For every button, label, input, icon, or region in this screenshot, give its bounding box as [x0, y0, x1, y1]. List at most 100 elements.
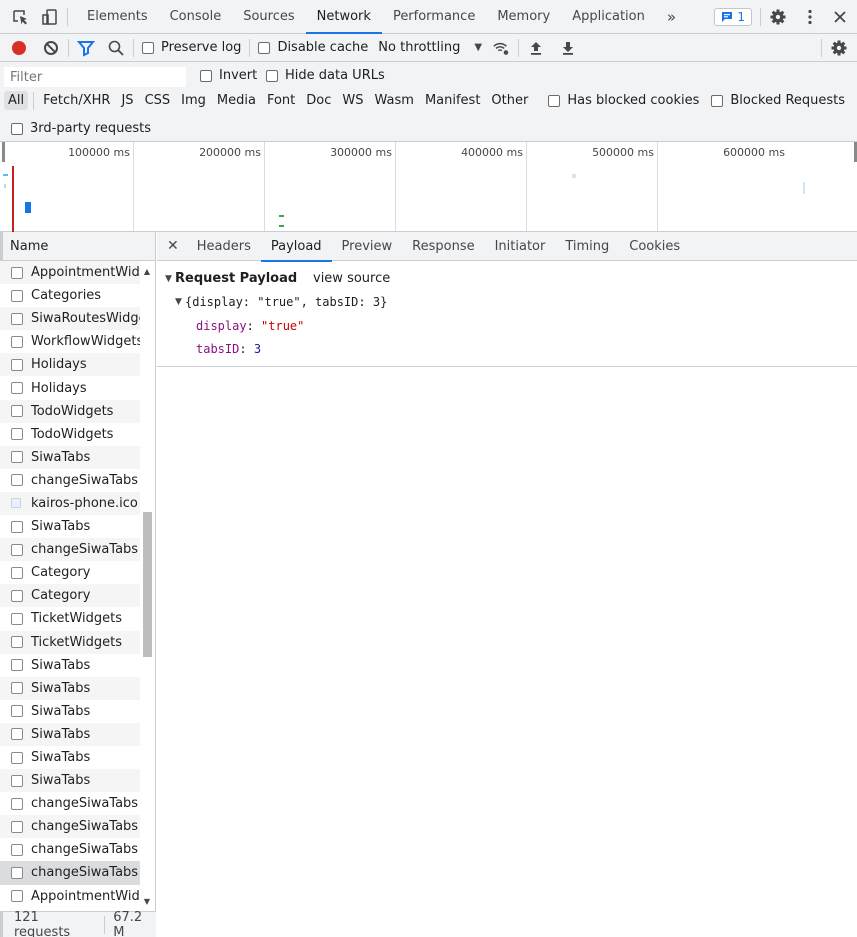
type-filter-media[interactable]: Media — [213, 91, 260, 110]
tab-timing[interactable]: Timing — [555, 232, 619, 261]
request-row[interactable]: SiwaTabs — [0, 654, 140, 677]
request-row[interactable]: AppointmentWid... — [0, 885, 140, 908]
request-row[interactable]: SiwaTabs — [0, 722, 140, 746]
request-row[interactable]: SiwaTabs — [0, 769, 140, 793]
request-payload-section-header[interactable]: ▼ Request Payload — [165, 271, 297, 286]
checkbox[interactable] — [11, 122, 23, 135]
device-toolbar-icon[interactable] — [41, 8, 59, 26]
disable-cache-checkbox[interactable]: Disable cache — [258, 40, 368, 55]
export-har-icon[interactable] — [559, 39, 577, 57]
request-row[interactable]: changeSiwaTabs — [0, 861, 140, 885]
scroll-down-arrow-icon[interactable]: ▼ — [144, 897, 150, 906]
tab-elements[interactable]: Elements — [76, 0, 159, 34]
tab-payload[interactable]: Payload — [260, 232, 332, 262]
invert-checkbox[interactable]: Invert — [200, 68, 257, 83]
request-row[interactable]: WorkflowWidgets — [0, 330, 140, 353]
checkbox[interactable] — [142, 41, 154, 54]
request-row[interactable]: changeSiwaTabs — [0, 469, 140, 492]
document-icon — [11, 820, 23, 833]
type-filter-fetch-xhr[interactable]: Fetch/XHR — [39, 91, 114, 110]
request-name: SiwaTabs — [31, 726, 91, 742]
type-filter-other[interactable]: Other — [487, 91, 532, 110]
tab-sources[interactable]: Sources — [232, 0, 305, 34]
request-row[interactable]: changeSiwaTabs — [0, 815, 140, 839]
tab-console[interactable]: Console — [159, 0, 233, 34]
hide-data-urls-checkbox[interactable]: Hide data URLs — [266, 68, 385, 83]
request-row[interactable]: SiwaTabs — [0, 445, 140, 469]
request-row[interactable]: SiwaRoutesWidget — [0, 307, 140, 331]
tab-application[interactable]: Application — [561, 0, 656, 34]
tab-headers[interactable]: Headers — [187, 232, 261, 261]
type-filter-img[interactable]: Img — [177, 91, 210, 110]
type-filter-ws[interactable]: WS — [338, 91, 367, 110]
tab-preview[interactable]: Preview — [332, 232, 403, 261]
checkbox[interactable] — [548, 94, 561, 107]
divider — [67, 7, 68, 26]
request-row[interactable]: SiwaTabs — [0, 700, 140, 723]
record-icon[interactable] — [10, 39, 28, 57]
request-row[interactable]: TicketWidgets — [0, 607, 140, 630]
checkbox[interactable] — [711, 94, 724, 107]
request-row[interactable]: kairos-phone.ico — [0, 491, 140, 516]
tab-network[interactable]: Network — [305, 0, 383, 34]
request-row[interactable]: Holidays — [0, 376, 140, 399]
request-row[interactable]: TicketWidgets — [0, 630, 140, 654]
clear-icon[interactable] — [42, 39, 60, 57]
request-row[interactable]: SiwaTabs — [0, 515, 140, 538]
request-row[interactable]: TodoWidgets — [0, 399, 140, 423]
tab-response[interactable]: Response — [402, 232, 484, 261]
request-row[interactable]: SiwaTabs — [0, 746, 140, 769]
payload-object-summary[interactable]: ▼ {display: "true", tabsID: 3} — [175, 295, 387, 309]
overview-left-handle[interactable] — [2, 142, 5, 162]
request-list-scrollbar[interactable] — [143, 512, 152, 657]
throttling-select[interactable]: No throttling ▼ — [378, 40, 482, 55]
request-row[interactable]: changeSiwaTabs — [0, 538, 140, 562]
section-title: Request Payload — [175, 271, 298, 286]
tab-cookies[interactable]: Cookies — [619, 232, 690, 261]
request-row[interactable]: changeSiwaTabs — [0, 838, 140, 861]
name-column-header[interactable]: Name — [0, 232, 155, 261]
filter-input[interactable] — [4, 67, 186, 87]
request-row[interactable]: changeSiwaTabs — [0, 792, 140, 815]
network-overview-timeline[interactable]: 100000 ms 200000 ms 300000 ms 400000 ms … — [0, 142, 857, 232]
network-settings-gear-icon[interactable] — [830, 39, 848, 57]
settings-gear-icon[interactable] — [769, 8, 787, 26]
request-row[interactable]: SiwaTabs — [0, 676, 140, 700]
document-icon — [11, 659, 23, 672]
checkbox[interactable] — [258, 41, 271, 54]
type-filter-wasm[interactable]: Wasm — [371, 91, 418, 110]
type-filter-all[interactable]: All — [4, 91, 29, 110]
third-party-requests-checkbox[interactable]: 3rd-party requests — [11, 121, 151, 136]
tab-initiator[interactable]: Initiator — [485, 232, 556, 261]
tab-memory[interactable]: Memory — [486, 0, 561, 34]
type-filter-font[interactable]: Font — [263, 91, 299, 110]
preserve-log-checkbox[interactable]: Preserve log — [142, 40, 241, 55]
search-icon[interactable] — [107, 39, 125, 57]
has-blocked-cookies-checkbox[interactable]: Has blocked cookies — [548, 93, 699, 108]
type-filter-css[interactable]: CSS — [141, 91, 175, 110]
more-tabs-button[interactable]: » — [656, 0, 687, 34]
inspect-element-icon[interactable] — [11, 8, 29, 26]
request-row[interactable]: Categories — [0, 284, 140, 307]
close-devtools-icon[interactable] — [831, 8, 849, 26]
checkbox[interactable] — [266, 69, 278, 82]
close-detail-icon[interactable]: ✕ — [157, 238, 187, 254]
blocked-requests-checkbox[interactable]: Blocked Requests — [711, 93, 845, 108]
view-source-link[interactable]: view source — [313, 271, 390, 286]
type-filter-js[interactable]: JS — [117, 91, 137, 110]
request-row[interactable]: Holidays — [0, 353, 140, 377]
request-row[interactable]: Category — [0, 561, 140, 584]
more-options-icon[interactable] — [801, 8, 819, 26]
type-filter-manifest[interactable]: Manifest — [421, 91, 484, 110]
tab-performance[interactable]: Performance — [382, 0, 486, 34]
type-filter-doc[interactable]: Doc — [302, 91, 335, 110]
import-har-icon[interactable] — [527, 39, 545, 57]
request-row[interactable]: Category — [0, 584, 140, 608]
network-conditions-icon[interactable] — [492, 39, 510, 57]
checkbox[interactable] — [200, 69, 212, 82]
messages-badge[interactable]: 1 — [714, 7, 752, 26]
request-row[interactable]: TodoWidgets — [0, 423, 140, 446]
scroll-up-arrow-icon[interactable]: ▲ — [144, 267, 150, 276]
filter-icon[interactable] — [77, 39, 95, 57]
request-row[interactable]: AppointmentWid... — [0, 261, 140, 285]
